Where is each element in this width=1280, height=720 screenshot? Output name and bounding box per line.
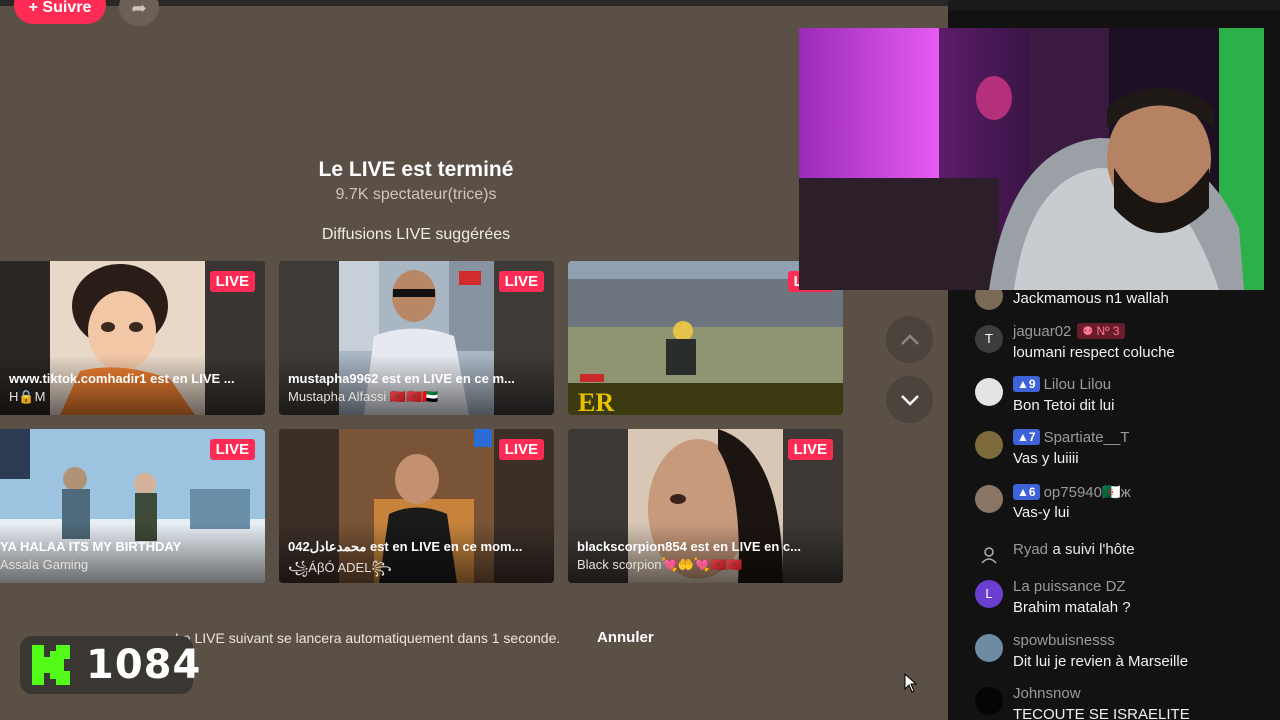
chat-text: loumani respect coluche (1013, 344, 1175, 361)
live-badge: LIVE (498, 271, 544, 292)
share-icon: ➦ (131, 0, 147, 18)
rank-value: Nº 3 (1096, 324, 1120, 338)
kick-logo-icon (32, 645, 70, 685)
avatar[interactable] (975, 687, 1003, 715)
chevron-up-icon (900, 334, 919, 345)
level-value: 6 (1028, 485, 1036, 499)
chat-text: Brahim matalah ? (1013, 599, 1131, 616)
event-text: a suivi l'hôte (1052, 541, 1135, 558)
card-subtitle: H🔒M (9, 389, 46, 404)
streamer-webcam (799, 28, 1264, 290)
level-value: 9 (1028, 377, 1036, 391)
card-subtitle: Assala Gaming (0, 557, 89, 572)
share-button[interactable]: ➦ (119, 0, 159, 26)
chat-username[interactable]: op75940🇩🇿ж (1044, 484, 1131, 501)
card-subtitle: Black scorpion💘🤲💘🇲🇦🇲🇦 (577, 557, 743, 572)
level-value: 7 (1028, 430, 1036, 444)
chat-username[interactable]: La puissance DZ (1013, 578, 1126, 595)
follow-user-icon (975, 541, 1003, 569)
suggested-live-card[interactable]: LIVE 042محمدعادل est en LIVE en ce mom..… (279, 429, 554, 583)
live-badge: LIVE (787, 439, 833, 460)
chat-name-row: Ryad a suivi l'hôte (1013, 541, 1135, 561)
card-subtitle: ꧁ÁβÓ ADEL꧂ (288, 560, 392, 575)
chat-username[interactable]: Ryad (1013, 541, 1048, 558)
chat-text: Vas-y lui (1013, 504, 1070, 521)
autoplay-notice: Le LIVE suivant se lancera automatiqueme… (175, 630, 561, 646)
level-badge: ▲7 (1013, 429, 1040, 445)
live-badge: LIVE (209, 271, 255, 292)
chat-username[interactable]: jaguar02 (1013, 323, 1071, 340)
avatar[interactable] (975, 634, 1003, 662)
chat-username[interactable]: Johnsnow (1013, 685, 1081, 702)
scroll-down-button[interactable] (886, 376, 933, 423)
card-subtitle: Mustapha Alfassi 🇲🇦🇲🇦🇦🇪 (288, 389, 439, 404)
suggested-live-card[interactable]: LIVE www.tiktok.comhadir1 est en LIVE ..… (0, 261, 265, 415)
level-badge: ▲6 (1013, 484, 1040, 500)
screen: + Suivre ➦ Le LIVE est terminé 9.7K spec… (0, 0, 1280, 720)
mouse-cursor-icon (904, 673, 918, 693)
chat-username[interactable]: Spartiate__T (1044, 429, 1130, 446)
rank-badge: ⚉ Nº 3 (1077, 323, 1125, 339)
chat-name-row: ▲6 op75940🇩🇿ж (1013, 483, 1131, 503)
suggested-live-card[interactable]: LIVE blackscorpion854 est en LIVE en c..… (568, 429, 843, 583)
card-title: 042محمدعادل est en LIVE en ce mom... (288, 539, 523, 554)
live-badge: LIVE (209, 439, 255, 460)
chevron-down-icon (900, 395, 919, 406)
chat-top-border (948, 0, 1280, 10)
chat-text: TECOUTE SE ISRAELITE (1013, 706, 1190, 720)
live-ended-title: Le LIVE est terminé (318, 158, 514, 181)
avatar[interactable] (975, 378, 1003, 406)
cancel-autoplay-button[interactable]: Annuler (597, 629, 654, 646)
suggested-live-card[interactable]: LIVE YA HALAA ITS MY BIRTHDAY Assala Gam… (0, 429, 265, 583)
chat-name-row: ▲9 Lilou Lilou (1013, 376, 1111, 396)
card-title: www.tiktok.comhadir1 est en LIVE ... (9, 371, 235, 386)
suggested-live-card[interactable]: LIVE mustapha9962 est en LIVE en ce m...… (279, 261, 554, 415)
avatar[interactable] (975, 485, 1003, 513)
chat-name-row: spowbuisnesss (1013, 632, 1115, 652)
chat-name-row: La puissance DZ (1013, 578, 1126, 598)
kick-viewer-count: 1084 (86, 642, 202, 688)
chat-text: Dit lui je revien à Marseille (1013, 653, 1189, 670)
avatar[interactable]: T (975, 325, 1003, 353)
kick-viewer-overlay: 1084 (20, 636, 200, 694)
card-title: mustapha9962 est en LIVE en ce m... (288, 371, 515, 386)
chat-name-row: ▲7 Spartiate__T (1013, 429, 1129, 449)
follow-button[interactable]: + Suivre (14, 0, 106, 24)
avatar[interactable]: L (975, 580, 1003, 608)
chat-name-row: jaguar02 ⚉ Nº 3 (1013, 323, 1125, 343)
card-title: blackscorpion854 est en LIVE en c... (577, 539, 801, 554)
chat-text: Bon Tetoi dit lui (1013, 397, 1115, 414)
avatar[interactable] (975, 431, 1003, 459)
level-badge: ▲9 (1013, 376, 1040, 392)
chat-username[interactable]: Lilou Lilou (1044, 376, 1112, 393)
chat-name-row: Johnsnow (1013, 685, 1081, 705)
chat-text: Vas y luiiii (1013, 450, 1079, 467)
viewer-count: 9.7K spectateur(trice)s (335, 186, 497, 203)
scroll-up-button[interactable] (886, 316, 933, 363)
suggested-lives-heading: Diffusions LIVE suggérées (321, 226, 511, 243)
card-title: YA HALAA ITS MY BIRTHDAY (0, 539, 182, 554)
live-badge: LIVE (498, 439, 544, 460)
chat-text: Jackmamous n1 wallah (1013, 290, 1169, 307)
game-hud-text: ER (578, 388, 614, 415)
chat-username[interactable]: spowbuisnesss (1013, 632, 1115, 649)
